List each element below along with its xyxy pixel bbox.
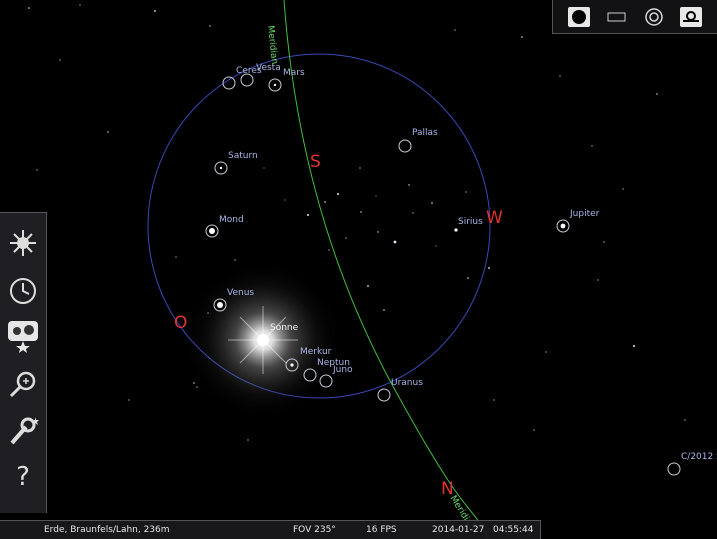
help-button[interactable]: ? [6, 459, 40, 492]
sky-view[interactable] [0, 0, 717, 538]
search-icon [9, 371, 36, 398]
cardinal-east: O [174, 313, 188, 333]
comet-marker[interactable] [667, 462, 681, 476]
mars-label: Mars [283, 68, 305, 78]
sky-culture-icon [8, 321, 38, 353]
time-text[interactable]: 04:55:44 [493, 525, 533, 535]
date-text[interactable]: 2014-01-27 [432, 525, 484, 535]
date-time-button[interactable] [6, 275, 40, 307]
night-mode-button[interactable] [567, 6, 591, 28]
quit-button[interactable] [679, 6, 703, 28]
mond-label: Mond [219, 215, 244, 225]
ocular-icon [645, 8, 663, 26]
sirius-label: Sirius [458, 217, 483, 227]
sky-and-viewing-options-button[interactable] [6, 227, 40, 259]
background-stars [28, 4, 686, 441]
sun-burst-icon [10, 230, 36, 256]
pallas-label: Pallas [412, 128, 438, 138]
uranus-marker[interactable] [377, 388, 391, 402]
juno-label: Juno [333, 365, 353, 375]
search-button[interactable] [6, 369, 40, 401]
sky-culture-button[interactable] [6, 317, 40, 353]
jupiter-label: Jupiter [570, 209, 600, 219]
fullscreen-button[interactable] [605, 6, 629, 28]
configuration-icon [10, 417, 39, 445]
svg-text:?: ? [16, 462, 30, 491]
status-bar: Erde, Braunfels/Lahn, 236m FOV 235° 16 F… [0, 520, 541, 539]
merkur-label: Merkur [300, 347, 332, 357]
night-mode-icon [568, 7, 590, 27]
uranus-label: Uranus [391, 378, 423, 388]
left-toolbar: ? [0, 212, 47, 513]
saturn-label: Saturn [228, 151, 258, 161]
clock-icon [10, 278, 36, 304]
fps-text: 16 FPS [366, 525, 397, 535]
configuration-button[interactable] [6, 415, 40, 447]
sun-disk[interactable] [257, 334, 269, 346]
cardinal-south: S [310, 152, 321, 172]
venus-label: Venus [227, 288, 255, 298]
help-icon: ? [16, 462, 30, 492]
sonne-label: Sonne [270, 323, 299, 333]
ocular-button[interactable] [642, 6, 666, 28]
pallas-marker[interactable] [398, 139, 412, 153]
quit-icon [680, 7, 702, 27]
fov-text: FOV 235° [293, 525, 336, 535]
location-text[interactable]: Erde, Braunfels/Lahn, 236m [44, 525, 170, 535]
comet-label: C/2012 S [681, 452, 717, 462]
top-toolbar [552, 0, 717, 34]
cardinal-west: W [486, 208, 503, 228]
fullscreen-icon [607, 12, 626, 22]
meridian-line [283, 0, 489, 538]
